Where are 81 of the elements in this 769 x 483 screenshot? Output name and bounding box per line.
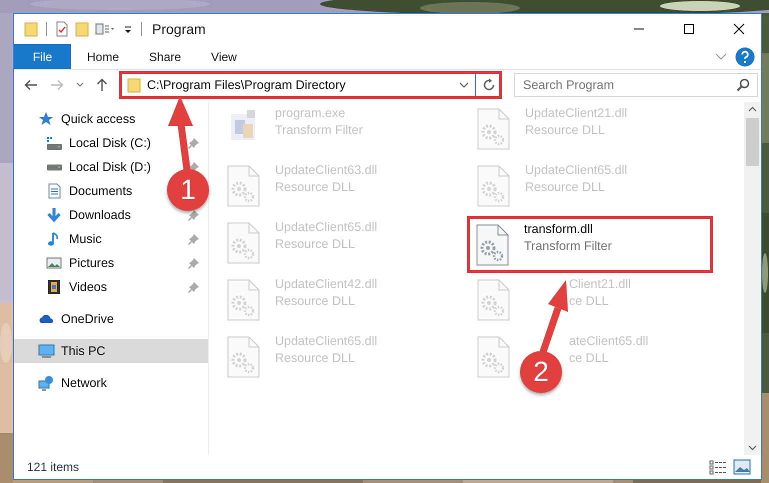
network-icon: [38, 375, 55, 391]
down-arrow-icon: [46, 207, 63, 223]
address-bar[interactable]: C:\Program Files\Program Directory: [119, 71, 502, 99]
image-icon: [46, 255, 63, 271]
file-type: Transform Filter: [524, 239, 612, 253]
search-field[interactable]: Search Program: [514, 73, 758, 97]
back-arrow-icon[interactable]: [24, 79, 38, 91]
file-type: Resource DLL: [275, 294, 356, 308]
file-type: ce DLL: [569, 294, 610, 308]
gear-file-icon: [474, 224, 510, 266]
sidebar-item[interactable]: Local Disk (D:): [46, 160, 151, 174]
scrollbar-thumb[interactable]: [746, 118, 759, 166]
gear-file-icon: [475, 165, 511, 207]
pin-icon[interactable]: [188, 257, 200, 269]
pin-icon[interactable]: [188, 209, 200, 221]
sidebar-item[interactable]: Local Disk (C:): [46, 136, 151, 150]
pin-icon[interactable]: [188, 137, 200, 149]
address-path: C:\Program Files\Program Directory: [147, 78, 346, 92]
chevron-down-icon[interactable]: [748, 445, 757, 451]
file-type: Resource DLL: [275, 237, 356, 251]
file-name: ateClient65.dll: [569, 334, 648, 348]
properties-icon[interactable]: [55, 21, 69, 37]
file-name: UpdateClient21.dll: [525, 106, 628, 120]
file-name: UpdateClient65.dll: [275, 334, 378, 348]
drive-icon: [46, 164, 63, 170]
chevron-up-icon[interactable]: [748, 106, 757, 112]
file-name: program.exe: [275, 106, 346, 120]
file-type: Resource DLL: [275, 180, 356, 194]
file-type: Transform Filter: [275, 123, 363, 137]
pin-icon[interactable]: [188, 233, 200, 245]
search-icon[interactable]: [736, 78, 750, 92]
view-icon[interactable]: [95, 21, 117, 37]
sidebar-item[interactable]: Pictures: [46, 255, 114, 271]
monitor-icon: [38, 343, 55, 359]
gear-file-icon: [475, 279, 511, 321]
maximize-icon[interactable]: [683, 23, 695, 35]
scrollbar[interactable]: [744, 102, 761, 455]
chevron-down-icon[interactable]: [76, 82, 84, 88]
file-name: UpdateClient65.dll: [525, 163, 628, 177]
file-name: UpdateClient63.dll: [275, 163, 378, 177]
sidebar-item[interactable]: Videos: [46, 279, 107, 295]
file-name: Client21.dll: [569, 277, 631, 291]
ribbon-tab[interactable]: Home: [73, 44, 134, 69]
sidebar-item[interactable]: Documents: [46, 183, 132, 199]
details-view-icon[interactable]: [709, 459, 727, 475]
file-name: transform.dll: [524, 222, 594, 236]
pin-icon[interactable]: [188, 281, 200, 293]
film-icon: [46, 279, 63, 295]
sidebar-item[interactable]: Music: [46, 231, 102, 247]
ribbon-tab[interactable]: Share: [135, 44, 196, 69]
file-type: Resource DLL: [275, 351, 356, 365]
close-icon[interactable]: [733, 23, 745, 35]
gear-file-icon: [225, 165, 261, 207]
star-icon: [38, 111, 55, 127]
file-name: UpdateClient65.dll: [275, 220, 378, 234]
file-type: Resource DLL: [525, 123, 606, 137]
sidebar-item[interactable]: This PC: [14, 339, 208, 363]
gear-file-icon: [475, 108, 511, 150]
file-type: Resource DLL: [525, 180, 606, 194]
gear-file-icon: [225, 279, 261, 321]
refresh-icon[interactable]: [482, 78, 496, 92]
item-count: 121 items: [27, 460, 80, 474]
document-icon: [46, 183, 63, 199]
gear-file-icon: [225, 222, 261, 264]
sidebar-item[interactable]: Quick access: [38, 111, 136, 127]
ribbon-tab[interactable]: View: [197, 44, 251, 69]
gear-file-icon: [475, 336, 511, 378]
large-icons-view-icon[interactable]: [733, 459, 751, 475]
sidebar-item[interactable]: Downloads: [46, 207, 131, 223]
file-type: ce DLL: [569, 351, 610, 365]
sidebar-item[interactable]: OneDrive: [38, 311, 114, 327]
drive-icon: [46, 136, 63, 150]
up-arrow-icon[interactable]: [96, 78, 108, 92]
file-tab[interactable]: File: [14, 44, 71, 69]
sidebar-item[interactable]: Network: [38, 375, 107, 391]
window-title: Program: [152, 21, 206, 37]
folder-icon: [127, 77, 141, 93]
file-name: UpdateClient42.dll: [275, 277, 378, 291]
chevron-down-icon[interactable]: [459, 82, 469, 88]
gear-file-icon: [225, 336, 261, 378]
help-icon[interactable]: [735, 46, 755, 66]
